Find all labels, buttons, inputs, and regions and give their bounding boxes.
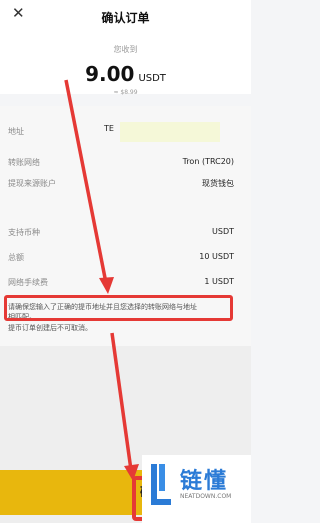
watermark: 链懂 NEATDOWN.COM [142,455,251,523]
annotation-arrows [64,79,139,481]
arrow-to-confirm [110,332,133,471]
arrow-to-notice [64,79,108,284]
watermark-text: 链懂 [180,469,229,494]
arrow-to-notice-head [99,277,114,294]
watermark-logo-icon [151,464,171,505]
arrow-to-confirm-head [124,464,139,481]
watermark-url: NEATDOWN.COM [180,493,232,500]
